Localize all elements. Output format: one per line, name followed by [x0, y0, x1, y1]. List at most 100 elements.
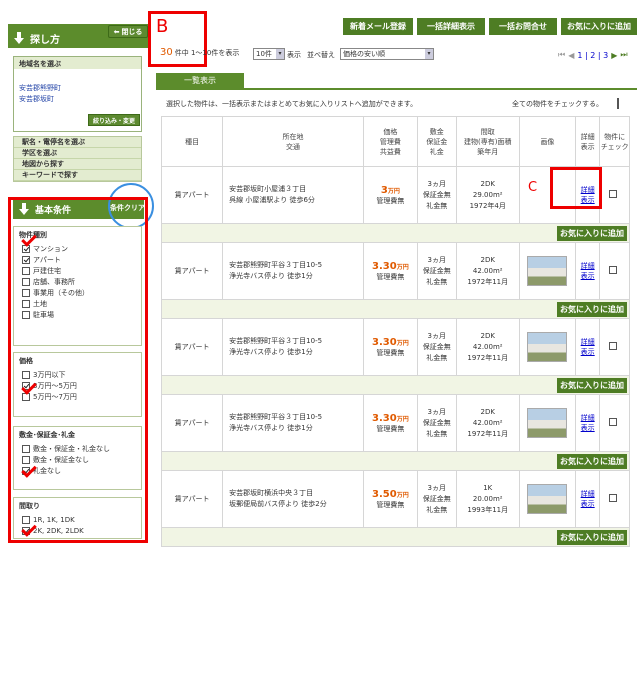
checkbox[interactable] [22, 277, 30, 286]
detail-link[interactable]: 詳細 表示 [581, 338, 595, 356]
bulk-detail-button[interactable]: 一括詳細表示 [417, 18, 485, 35]
favorite-row: お気に入りに追加 [161, 299, 630, 319]
cell-deposit: 3ヵ月 保証金無 礼金無 [416, 242, 457, 300]
key-money: 礼金無 [426, 505, 448, 514]
cell-price: 3.50万円 管理費無 [362, 470, 418, 528]
checkbox[interactable] [22, 266, 30, 275]
area-select-box: 地域名を選ぶ 安芸郡熊野町 安芸郡坂町 絞り込み・変更 [13, 56, 142, 132]
property-photo[interactable] [527, 408, 568, 438]
checkbox[interactable] [22, 299, 30, 308]
key-money: 礼金無 [426, 353, 448, 362]
deposit: 3ヵ月 [427, 331, 446, 340]
row-checkbox[interactable] [609, 418, 618, 426]
sort-select[interactable]: 価格の安い順 ▾ [340, 48, 434, 60]
add-favorite-top-button[interactable]: お気に入りに追加 [561, 18, 637, 35]
property-photo[interactable] [527, 484, 568, 514]
type-apartment[interactable]: アパート [14, 254, 141, 265]
type-shop[interactable]: 店舗、事務所 [14, 276, 141, 287]
key-money: 礼金無 [426, 429, 448, 438]
next-page-icon[interactable]: ▶ [611, 51, 617, 60]
annotation-label-c: C [528, 180, 538, 195]
area-item: 安芸郡熊野町 [19, 84, 61, 92]
checkbox[interactable] [22, 255, 30, 264]
type-land[interactable]: 土地 [14, 298, 141, 309]
property-photo[interactable] [527, 332, 568, 362]
area-select-title[interactable]: 地域名を選ぶ [14, 57, 141, 69]
access: 浄光寺バス停より 徒歩1分 [229, 348, 313, 356]
arrow-left-icon: ⬅ [113, 27, 120, 36]
row-checkbox[interactable] [609, 342, 618, 350]
nav-school[interactable]: 学区を選ぶ [14, 148, 141, 159]
refine-button[interactable]: 絞り込み・変更 [88, 114, 140, 126]
result-count: 30 件中 1〜10件を表示 [160, 47, 239, 58]
type-parking[interactable]: 駐車場 [14, 309, 141, 320]
check-all-label: 全ての物件をチェックする。 [512, 100, 603, 108]
deposit-none-all[interactable]: 敷金・保証金・礼金なし [14, 443, 141, 454]
mgmt-fee: 管理費無 [376, 500, 405, 509]
layout: 2DK [480, 179, 495, 188]
type-mansion[interactable]: マンション [14, 243, 141, 254]
price-title: 価格 [19, 357, 33, 365]
cell-image [518, 394, 576, 452]
per-page-select[interactable]: 10件 ▾ [253, 48, 285, 60]
header-check: 物件に チェック [599, 116, 630, 167]
price-5-7[interactable]: 5万円〜7万円 [14, 391, 141, 402]
prev-page-icon[interactable]: ◀ [568, 51, 574, 60]
checkbox[interactable] [22, 310, 30, 319]
favorite-row: お気に入りに追加 [161, 451, 630, 471]
cell-type: 賃アパート [160, 318, 224, 376]
detail-link[interactable]: 詳細 表示 [581, 262, 595, 280]
row-checkbox[interactable] [609, 190, 618, 198]
favorite-row: お気に入りに追加 [161, 375, 630, 395]
annotation-box-c [550, 167, 602, 209]
add-favorite-button[interactable]: お気に入りに追加 [557, 225, 627, 241]
nav-keyword[interactable]: キーワードで探す [14, 170, 141, 181]
add-favorite-button[interactable]: お気に入りに追加 [557, 529, 627, 545]
cell-check [599, 394, 630, 452]
address: 安芸郡熊野町平谷３丁目10-5 [229, 337, 323, 345]
cell-deposit: 3ヵ月 保証金無 礼金無 [416, 470, 457, 528]
cell-detail: 詳細 表示 [574, 394, 601, 452]
checkbox[interactable] [22, 455, 30, 464]
add-favorite-button[interactable]: お気に入りに追加 [557, 453, 627, 469]
nav-map[interactable]: 地図から探す [14, 159, 141, 170]
first-page-icon[interactable]: ⏮ [558, 50, 565, 60]
cell-detail: 詳細 表示 [574, 318, 601, 376]
price-unit: 万円 [396, 263, 409, 271]
last-page-icon[interactable]: ⏭ [620, 50, 627, 60]
add-favorite-button[interactable]: お気に入りに追加 [557, 301, 627, 317]
bulk-inquiry-button[interactable]: 一括お問合せ [489, 18, 557, 35]
cell-type: 賃アパート [160, 166, 224, 224]
list-view-tab[interactable]: 一覧表示 [156, 73, 244, 88]
built-date: 1993年11月 [467, 505, 509, 514]
close-button[interactable]: ⬅ 閉じる [108, 25, 148, 38]
count-text: 件中 1〜10件を表示 [174, 48, 240, 57]
property-photo[interactable] [527, 256, 568, 286]
price-under-3[interactable]: 3万円以下 [14, 369, 141, 380]
checkbox[interactable] [22, 444, 30, 453]
checkbox[interactable] [22, 288, 30, 297]
checkbox[interactable] [22, 370, 30, 379]
row-checkbox[interactable] [609, 266, 618, 274]
type-house[interactable]: 戸建住宅 [14, 265, 141, 276]
property-type-box: 物件種別 マンション アパート 戸建住宅 店舗、事務所 事業用（その他） 土地 … [13, 226, 142, 346]
row-checkbox[interactable] [609, 494, 618, 502]
layout: 1K [483, 483, 493, 492]
deposit: 3ヵ月 [427, 407, 446, 416]
new-mail-register-button[interactable]: 新着メール登録 [343, 18, 413, 35]
cell-layout: 2DK 29.00m² 1972年4月 [455, 166, 520, 224]
layout-title: 間取り [19, 502, 40, 510]
add-favorite-button[interactable]: お気に入りに追加 [557, 377, 627, 393]
detail-link[interactable]: 詳細 表示 [581, 490, 595, 508]
area: 42.00m² [472, 266, 503, 275]
nav-station[interactable]: 駅名・電停名を選ぶ [14, 137, 141, 148]
instruction-text: 選択した物件は、一括表示またはまとめてお気に入りリストへ追加ができます。 [166, 100, 418, 108]
cell-price: 3.30万円 管理費無 [362, 394, 418, 452]
detail-link[interactable]: 詳細 表示 [581, 414, 595, 432]
cell-layout: 1K 20.00m² 1993年11月 [455, 470, 520, 528]
page-links[interactable]: 1 | 2 | 3 [577, 51, 608, 60]
check-all-checkbox[interactable] [617, 98, 619, 109]
type-business[interactable]: 事業用（その他） [14, 287, 141, 298]
down-arrow-icon [14, 32, 24, 44]
deposit-title: 敷金･保証金･礼金 [19, 431, 75, 439]
